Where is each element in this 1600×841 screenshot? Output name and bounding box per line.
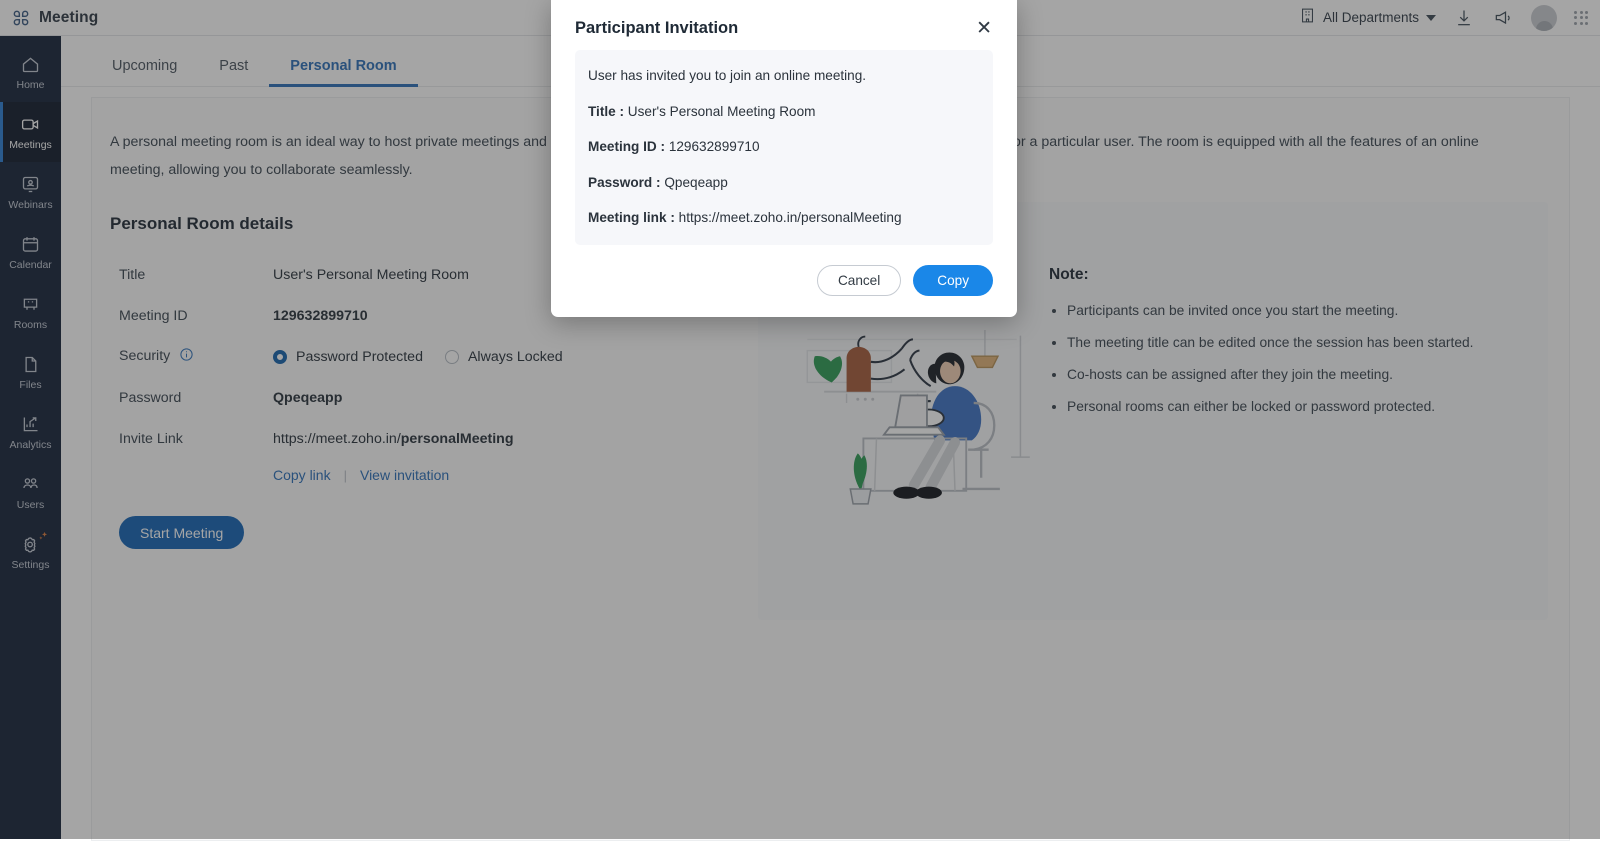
invitation-link-row: Meeting link : https://meet.zoho.in/pers… <box>588 211 980 225</box>
invitation-meeting-id-label: Meeting ID : <box>588 139 665 154</box>
copy-button[interactable]: Copy <box>913 265 993 296</box>
invitation-title-row: Title : User's Personal Meeting Room <box>588 105 980 119</box>
invitation-password-value: Qpeqeapp <box>664 175 728 190</box>
participant-invitation-modal: Participant Invitation ✕ User has invite… <box>551 0 1017 317</box>
invitation-link-label: Meeting link : <box>588 210 675 225</box>
invitation-meeting-id-row: Meeting ID : 129632899710 <box>588 140 980 154</box>
modal-footer: Cancel Copy <box>551 245 1017 317</box>
invitation-title-label: Title : <box>588 104 624 119</box>
invitation-meeting-id-value: 129632899710 <box>669 139 760 154</box>
invitation-title-value: User's Personal Meeting Room <box>628 104 816 119</box>
invitation-password-row: Password : Qpeqeapp <box>588 176 980 190</box>
invitation-text-panel: User has invited you to join an online m… <box>575 50 993 245</box>
close-icon[interactable]: ✕ <box>973 19 995 38</box>
modal-title: Participant Invitation <box>575 19 738 38</box>
invitation-password-label: Password : <box>588 175 661 190</box>
cancel-button[interactable]: Cancel <box>817 265 901 296</box>
invitation-link-value: https://meet.zoho.in/personalMeeting <box>679 210 902 225</box>
modal-header: Participant Invitation ✕ <box>551 0 1017 50</box>
invitation-intro: User has invited you to join an online m… <box>588 69 980 83</box>
